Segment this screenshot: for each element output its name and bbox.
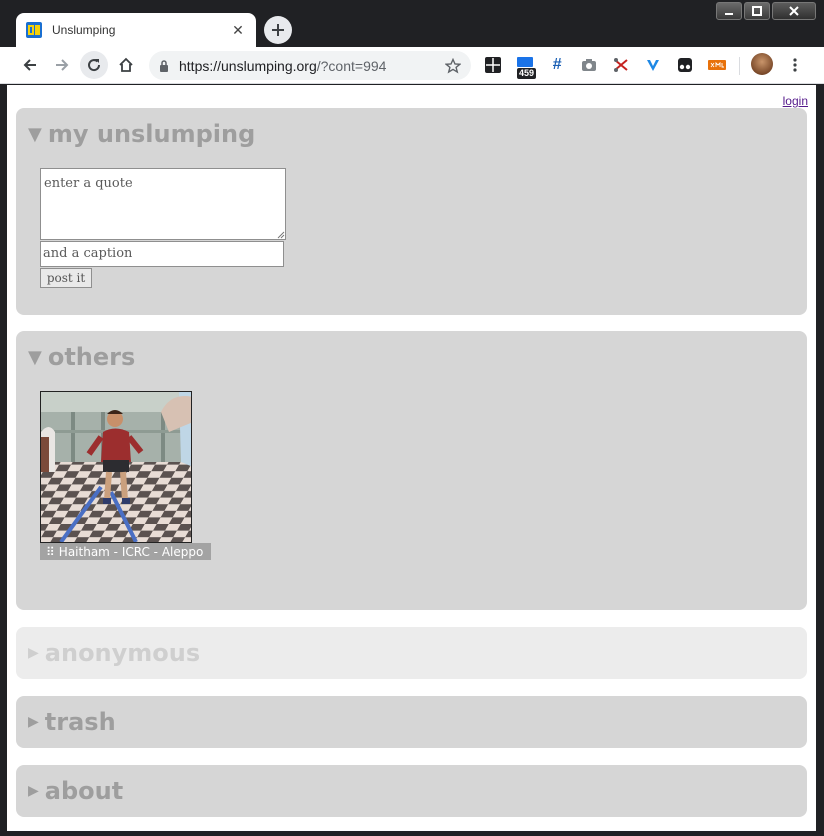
maximize-button[interactable] [744,2,770,20]
login-link[interactable]: login [783,94,808,108]
unslumping-favicon-icon [26,22,42,38]
scissors-extension-icon[interactable] [611,55,631,75]
panel-my-unslumping: ▼ my unslumping enter a quote and a capt… [16,108,807,315]
panel-others-header[interactable]: ▼ others [28,343,135,371]
reload-button[interactable] [80,51,108,79]
post-it-button[interactable]: post it [40,268,92,288]
drag-handle-icon[interactable]: ⠿ [46,545,55,559]
forward-arrow-icon [56,59,69,71]
camera-extension-icon[interactable] [579,55,599,75]
address-bar[interactable]: https://unslumping.org/?cont=994 [149,51,471,80]
lock-icon [159,59,169,72]
panel-title: anonymous [44,639,201,667]
panel-title: about [44,777,124,805]
menu-kebab-icon[interactable] [785,55,805,75]
quote-thumbnail-image[interactable] [40,391,192,543]
resize-handle-icon[interactable] [277,231,285,239]
panel-anonymous[interactable]: ▶ anonymous [16,627,807,679]
panel-trash-header[interactable]: ▶ trash [28,708,116,736]
url-text: https://unslumping.org/?cont=994 [179,58,445,74]
expand-triangle-icon: ▶ [28,783,39,799]
xml-extension-icon[interactable] [707,55,727,75]
minimize-button[interactable] [716,2,742,20]
close-window-button[interactable] [772,2,816,20]
toolbar-divider [739,57,740,75]
url-host: https://unslumping.org [179,57,317,74]
new-tab-button[interactable] [264,16,292,44]
window-controls [716,2,816,20]
collapse-triangle-icon: ▼ [28,123,42,145]
panel-others: ▼ others ⠿ Haitham - ICRC - Aleppo [16,331,807,610]
page-content: login ▼ my unslumping enter a quote and … [7,85,816,831]
tab-close-icon[interactable]: ✕ [230,22,246,38]
panel-trash[interactable]: ▶ trash [16,696,807,748]
collapse-triangle-icon: ▼ [28,346,42,368]
panel-title: my unslumping [47,120,256,148]
home-button[interactable] [112,51,140,79]
tab-strip: Unslumping ✕ [0,0,824,47]
expand-triangle-icon: ▶ [28,645,39,661]
panel-about[interactable]: ▶ about [16,765,807,817]
profile-avatar[interactable] [751,53,773,75]
back-button[interactable] [16,51,44,79]
forward-button[interactable] [48,51,76,79]
caption-text: Haitham - ICRC - Aleppo [58,544,204,559]
url-path: /?cont=994 [316,57,387,74]
extension-badge: 459 [517,68,537,79]
home-icon [119,57,133,72]
hash-extension-icon[interactable]: # [547,55,567,75]
panel-title: trash [44,708,116,736]
panel-about-header[interactable]: ▶ about [28,777,123,805]
reload-icon [88,59,101,72]
v-extension-icon[interactable] [643,55,663,75]
extension-grid-icon[interactable] [483,55,503,75]
quote-input[interactable]: enter a quote [40,168,286,240]
panel-anonymous-header[interactable]: ▶ anonymous [28,639,200,667]
tab-unslumping[interactable]: Unslumping ✕ [16,13,256,47]
caption-input[interactable]: and a caption [40,241,284,267]
quote-caption-label[interactable]: ⠿ Haitham - ICRC - Aleppo [40,543,212,560]
bookmark-star-icon[interactable] [445,57,461,74]
back-arrow-icon [23,59,36,71]
extension-counter-icon[interactable]: 459 [515,55,537,79]
tab-title: Unslumping [52,23,116,37]
expand-triangle-icon: ▶ [28,714,39,730]
browser-window: Unslumping ✕ https://unslumping.org/?con… [0,0,824,836]
tampermonkey-extension-icon[interactable] [675,55,695,75]
browser-toolbar: https://unslumping.org/?cont=994 459 # [0,47,824,84]
panel-title: others [47,343,136,371]
panel-my-unslumping-header[interactable]: ▼ my unslumping [28,120,255,148]
